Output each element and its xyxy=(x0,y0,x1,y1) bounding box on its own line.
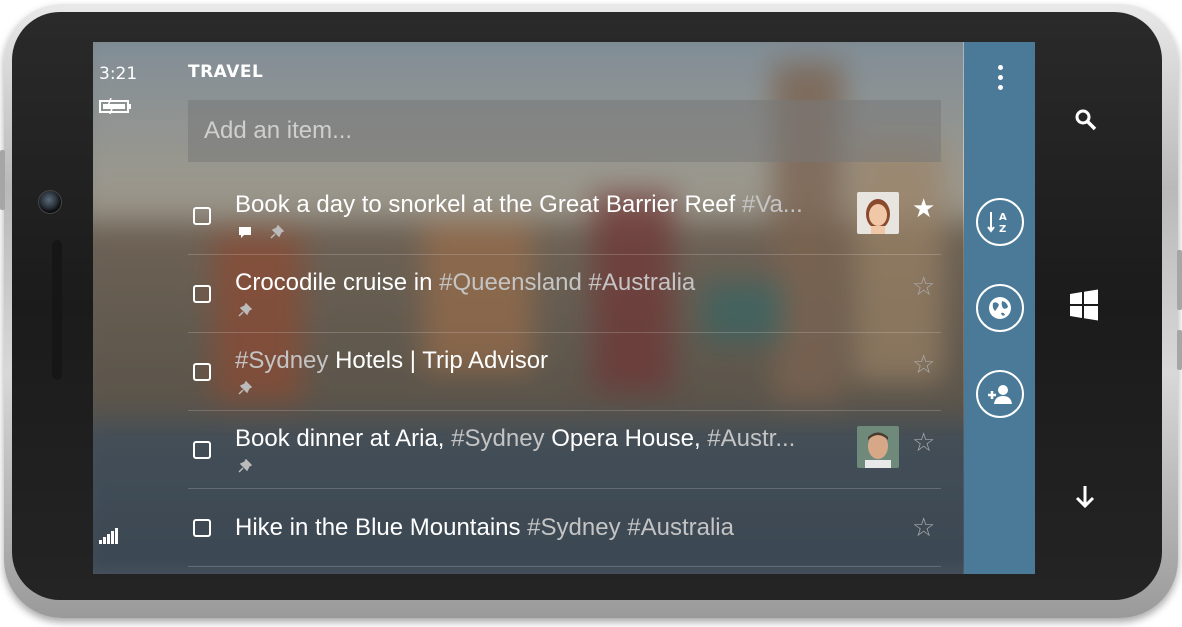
svg-text:A: A xyxy=(999,212,1007,223)
task-meta xyxy=(238,302,266,321)
list-title: TRAVEL xyxy=(188,62,264,82)
front-camera xyxy=(38,190,62,214)
star-outline-icon[interactable]: ☆ xyxy=(912,272,935,302)
task-hashtag[interactable]: #Va... xyxy=(742,191,803,218)
task-row[interactable]: Book a day to snorkel at the Great Barri… xyxy=(188,177,941,255)
svg-text:Z: Z xyxy=(999,224,1006,235)
task-checkbox[interactable] xyxy=(193,519,211,537)
task-text: Hotels | Trip Advisor xyxy=(328,347,549,374)
task-hashtag[interactable]: #Sydney #Australia xyxy=(527,514,734,541)
pin-icon xyxy=(238,302,253,321)
task-title[interactable]: Book dinner at Aria, #Sydney Opera House… xyxy=(235,425,855,453)
speaker-grille xyxy=(52,240,62,380)
task-row[interactable]: Book dinner at Aria, #Sydney Opera House… xyxy=(188,411,941,489)
assignee-avatar[interactable] xyxy=(857,192,899,234)
side-button xyxy=(1177,330,1182,370)
side-button xyxy=(1177,250,1182,310)
task-text: Hike in the Blue Mountains xyxy=(235,514,528,541)
windows-start-icon[interactable] xyxy=(1068,289,1100,325)
task-meta xyxy=(238,380,266,399)
sort-button[interactable]: AZ xyxy=(976,198,1024,246)
task-text: Book a day to snorkel at the Great Barri… xyxy=(235,191,742,218)
task-text: Crocodile cruise in xyxy=(235,269,440,296)
pin-icon xyxy=(238,380,253,399)
star-outline-icon[interactable]: ☆ xyxy=(912,428,935,458)
task-meta xyxy=(238,458,266,477)
task-checkbox[interactable] xyxy=(193,363,211,381)
app-bar: AZ xyxy=(964,42,1035,574)
star-icon[interactable]: ★ xyxy=(912,194,935,224)
star-outline-icon[interactable]: ☆ xyxy=(912,350,935,380)
task-row[interactable]: #Sydney Hotels | Trip Advisor ☆ xyxy=(188,333,941,411)
globe-icon[interactable] xyxy=(976,284,1024,332)
task-hashtag[interactable]: #Sydney xyxy=(451,425,544,452)
back-arrow-icon[interactable] xyxy=(1073,484,1097,514)
screen: 3:21 TRAVEL Book a day to snorkel at the… xyxy=(93,42,1035,574)
task-checkbox[interactable] xyxy=(193,441,211,459)
task-checkbox[interactable] xyxy=(193,207,211,225)
pin-icon xyxy=(238,458,253,477)
assignee-avatar[interactable] xyxy=(857,426,899,468)
task-text: Book dinner at Aria, xyxy=(235,425,452,452)
side-button xyxy=(0,150,5,210)
task-row[interactable]: Hike in the Blue Mountains #Sydney #Aust… xyxy=(188,489,941,567)
task-hashtag[interactable]: #Sydney xyxy=(235,347,328,374)
search-icon[interactable] xyxy=(1074,108,1098,136)
task-hashtag[interactable]: #Queensland #Australia xyxy=(439,269,695,296)
signal-strength-icon xyxy=(99,525,119,544)
task-checkbox[interactable] xyxy=(193,285,211,303)
task-title[interactable]: Crocodile cruise in #Queensland #Austral… xyxy=(235,269,855,297)
task-title[interactable]: Book a day to snorkel at the Great Barri… xyxy=(235,191,855,219)
status-time: 3:21 xyxy=(99,64,138,84)
task-text: Opera House, xyxy=(544,425,708,452)
add-item-input[interactable] xyxy=(188,100,941,162)
more-options-icon[interactable] xyxy=(990,62,1010,98)
task-meta xyxy=(238,224,298,243)
star-outline-icon[interactable]: ☆ xyxy=(912,513,935,543)
task-row[interactable]: Crocodile cruise in #Queensland #Austral… xyxy=(188,255,941,333)
task-hashtag[interactable]: #Austr... xyxy=(707,425,795,452)
task-list: Book a day to snorkel at the Great Barri… xyxy=(188,177,941,567)
task-title[interactable]: Hike in the Blue Mountains #Sydney #Aust… xyxy=(235,514,855,542)
comment-icon xyxy=(238,227,252,243)
share-list-icon[interactable] xyxy=(976,370,1024,418)
task-title[interactable]: #Sydney Hotels | Trip Advisor xyxy=(235,347,855,375)
pin-icon xyxy=(270,224,285,243)
battery-icon xyxy=(99,97,133,118)
